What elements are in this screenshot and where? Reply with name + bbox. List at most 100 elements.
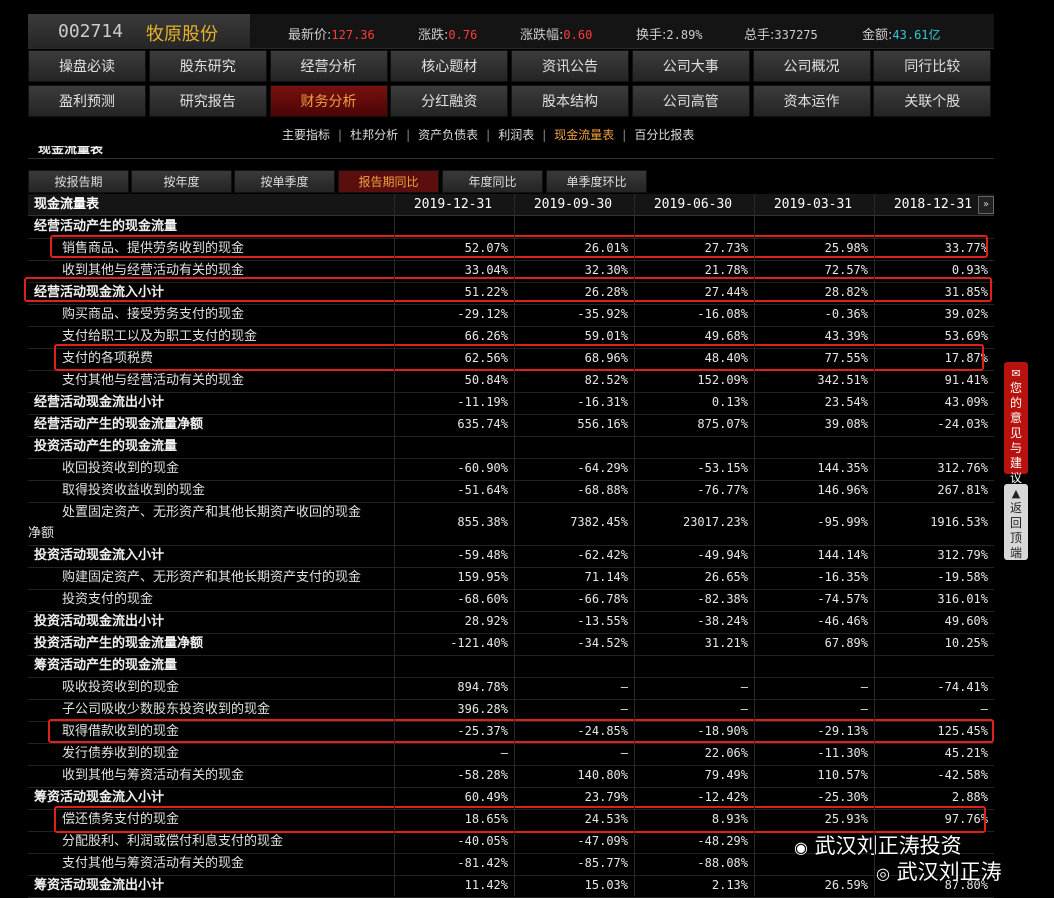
- feedback-button[interactable]: ✉ 您的意见与建议: [1004, 362, 1028, 485]
- report-tab[interactable]: 按报告期: [28, 170, 129, 193]
- nav-button[interactable]: 盈利预测: [28, 85, 146, 117]
- row-label-text: 发行债券收到的现金: [62, 746, 180, 761]
- value-cell: -13.55%: [577, 614, 628, 628]
- table-section-row: 筹资活动现金流出小计 11.42% 15.03% 2.13% 26.59% 87.80%: [28, 875, 994, 898]
- highlight-box-sales-cash: [50, 235, 988, 258]
- value-cell: -95.99%: [817, 515, 868, 529]
- row-label-text: 经营活动现金流出小计: [34, 395, 165, 410]
- report-tab[interactable]: 按年度: [131, 170, 232, 193]
- date-column-header[interactable]: 2019-09-30: [514, 194, 632, 215]
- row-label-text: 投资活动现金流入小计: [34, 548, 165, 563]
- row-label: 收回投资收到的现金: [28, 458, 428, 479]
- value-cell: 23.54%: [824, 395, 868, 409]
- value-cell: -16.31%: [577, 395, 628, 409]
- grid-divider: [754, 194, 755, 896]
- value-cell: 144.14%: [817, 548, 868, 562]
- value-cell: 110.57%: [817, 768, 868, 782]
- subnav-link[interactable]: 杜邦分析: [346, 126, 402, 143]
- value-cell: -25.30%: [817, 790, 868, 804]
- quote-label: 涨跌幅:: [520, 28, 564, 43]
- value-cell: 26.59%: [824, 878, 868, 892]
- value-cell: -19.58%: [937, 570, 988, 584]
- date-column-header[interactable]: 2019-06-30: [634, 194, 752, 215]
- stock-code: 002714: [58, 21, 124, 42]
- feedback-icon: ✉: [1011, 367, 1021, 380]
- report-tab[interactable]: 按单季度: [234, 170, 335, 193]
- value-cell: -74.41%: [937, 680, 988, 694]
- subnav-separator: |: [486, 128, 491, 142]
- date-column-header[interactable]: 2019-12-31: [394, 194, 512, 215]
- table-section-row: 经营活动现金流出小计 -11.19% -16.31% 0.13% 23.54% 43.09…: [28, 392, 994, 415]
- table-header: 现金流量表 2019-12-31 2019-09-30 2019-06-30 2019…: [28, 194, 994, 216]
- subnav-link[interactable]: 资产负债表: [414, 126, 482, 143]
- subnav-separator: |: [542, 128, 547, 142]
- row-label: 筹资活动现金流入小计: [28, 787, 400, 808]
- back-to-top-button[interactable]: ▲ 返回顶端: [1004, 484, 1028, 560]
- row-label-text: 分配股利、利润或偿付利息支付的现金: [62, 834, 284, 849]
- nav-button[interactable]: 关联个股: [873, 85, 992, 117]
- quote-value: 2.89%: [666, 28, 703, 42]
- scroll-right-icon[interactable]: »: [978, 196, 994, 214]
- nav-button[interactable]: 同行比较: [873, 50, 992, 82]
- report-tab[interactable]: 年度同比: [442, 170, 543, 193]
- subnav-link[interactable]: 利润表: [494, 126, 538, 143]
- value-cell: 91.41%: [944, 373, 988, 387]
- row-label: 吸收投资收到的现金: [28, 677, 428, 698]
- value-cell: 28.92%: [464, 614, 508, 628]
- date-column-header[interactable]: 2019-03-31: [754, 194, 872, 215]
- row-label: 筹资活动现金流出小计: [28, 875, 400, 896]
- value-cell: 267.81%: [937, 483, 988, 497]
- grid-divider: [634, 194, 635, 896]
- subnav-link[interactable]: 主要指标: [278, 126, 334, 143]
- table-row: 处置固定资产、无形资产和其他长期资产收回的现金 净额 855.38% 7382.45%…: [28, 502, 994, 546]
- value-cell: -58.28%: [457, 768, 508, 782]
- nav-button[interactable]: 公司高管: [631, 85, 750, 117]
- value-cell: -60.90%: [457, 461, 508, 475]
- value-cell: 2.88%: [951, 790, 988, 804]
- nav-button[interactable]: 资本运作: [752, 85, 871, 117]
- value-cell: —: [740, 680, 748, 694]
- date-column-header[interactable]: 2018-12-31: [874, 194, 992, 215]
- value-cell: -74.57%: [817, 592, 868, 606]
- value-cell: 15.03%: [584, 878, 628, 892]
- nav-button[interactable]: 分红融资: [390, 85, 509, 117]
- quote-item: 最新价:127.36: [288, 24, 375, 43]
- report-tab[interactable]: 单季度环比: [546, 170, 647, 193]
- main-nav-row-2: 盈利预测 研究报告 财务分析 分红融资 股本结构 公司高管 资本运作 关联个股: [28, 85, 994, 118]
- subnav-link[interactable]: 百分比报表: [630, 126, 698, 143]
- weibo-icon: ◎: [876, 864, 890, 883]
- subnav-separator: |: [338, 128, 343, 142]
- quote-value: 337275: [774, 28, 818, 42]
- value-cell: 67.89%: [824, 636, 868, 650]
- value-cell: 10.25%: [944, 636, 988, 650]
- value-cell: -88.08%: [697, 856, 748, 870]
- value-cell: -47.09%: [577, 834, 628, 848]
- grid-divider: [394, 194, 395, 896]
- nav-button[interactable]: 核心题材: [390, 50, 509, 82]
- nav-button[interactable]: 经营分析: [269, 50, 388, 82]
- value-cell: 50.84%: [464, 373, 508, 387]
- value-cell: -12.42%: [697, 790, 748, 804]
- highlight-box-debt-repayment: [54, 806, 986, 833]
- table-row: 购建固定资产、无形资产和其他长期资产支付的现金 159.95% 71.14% 26.6…: [28, 567, 994, 590]
- table-section-row: 投资活动现金流出小计 28.92% -13.55% -38.24% -46.46% 49.…: [28, 611, 994, 634]
- subnav-link[interactable]: 现金流量表: [550, 126, 618, 143]
- nav-button[interactable]: 操盘必读: [28, 50, 146, 82]
- nav-button[interactable]: 公司大事: [631, 50, 750, 82]
- report-tab[interactable]: 报告期同比: [338, 170, 439, 193]
- nav-button[interactable]: 股本结构: [511, 85, 629, 117]
- table-section-row: 投资活动产生的现金流量净额 -121.40% -34.52% 31.21% 67.89%…: [28, 633, 994, 656]
- nav-button[interactable]: 股东研究: [148, 50, 267, 82]
- quote-item: 金额:43.61亿: [862, 24, 941, 43]
- row-label: 支付其他与筹资活动有关的现金: [28, 853, 428, 874]
- table-row: 吸收投资收到的现金 894.78% — — — -74.41%: [28, 677, 994, 700]
- nav-button[interactable]: 资讯公告: [511, 50, 629, 82]
- table-row: 购买商品、接受劳务支付的现金 -29.12% -35.92% -16.08% -0.36…: [28, 304, 994, 327]
- nav-button[interactable]: 公司概况: [752, 50, 871, 82]
- nav-button[interactable]: 财务分析: [269, 85, 388, 117]
- table-row: 取得投资收益收到的现金 -51.64% -68.88% -76.77% 146.96% 2…: [28, 480, 994, 503]
- quote-label: 换手:: [636, 28, 667, 43]
- value-cell: -62.42%: [577, 548, 628, 562]
- value-cell: -24.03%: [937, 417, 988, 431]
- nav-button[interactable]: 研究报告: [148, 85, 267, 117]
